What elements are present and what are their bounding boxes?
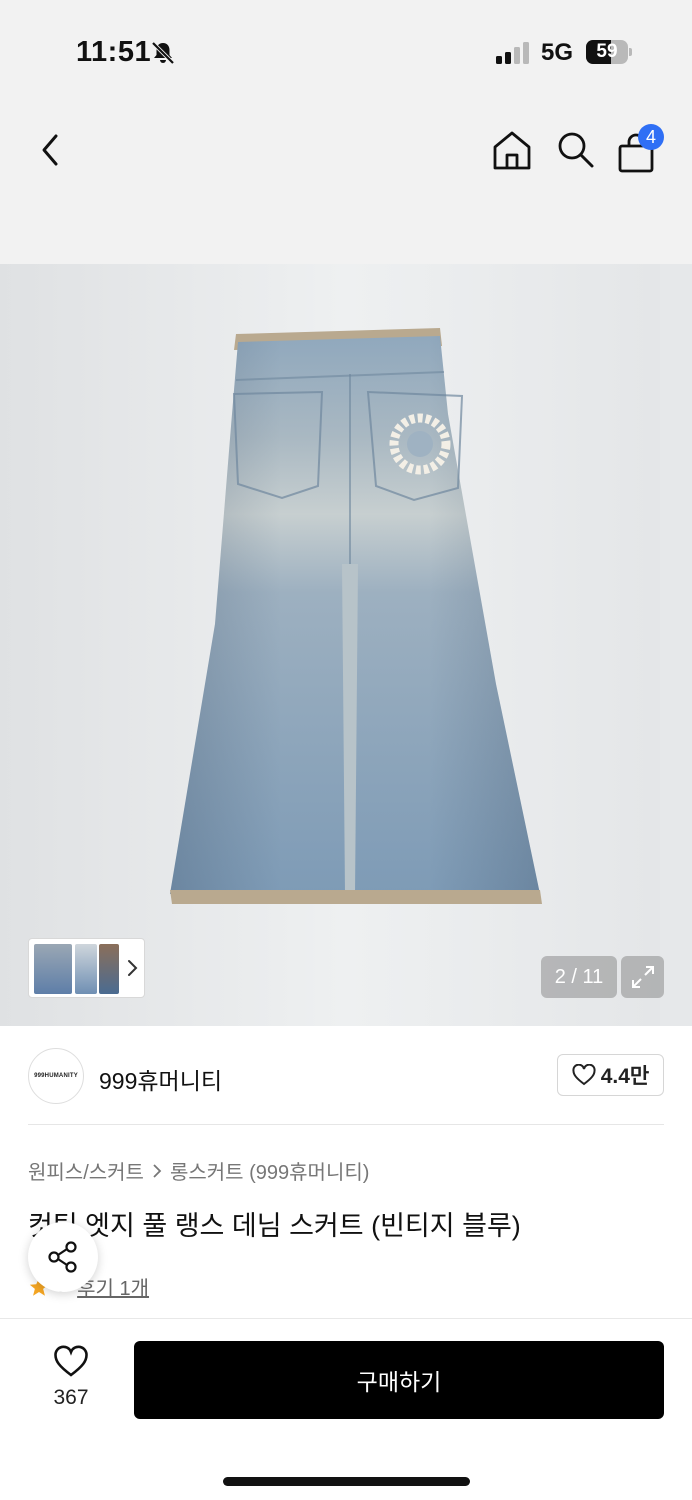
search-icon [558,132,594,168]
home-icon [493,131,531,170]
buy-button-label: 구매하기 [356,1369,442,1395]
product-title: 컷팅 엣지 풀 랭스 데님 스커트 (빈티지 블루) [28,1211,521,1241]
brand-logo-text: 999HUMANITY [34,1073,78,1079]
network-type: 5G [541,39,574,66]
chevron-right-icon [128,960,138,976]
thumbnail-strip[interactable] [28,938,145,998]
home-indicator[interactable] [223,1477,470,1486]
section-divider [28,1124,664,1125]
thumbnail-image[interactable] [99,944,119,994]
search-button[interactable] [554,128,598,172]
thumbnail-image[interactable] [34,944,72,994]
home-button[interactable] [490,128,534,172]
top-navigation: 4 [0,100,692,264]
share-icon [48,1241,77,1273]
product-image-gallery[interactable]: 2 / 11 [0,264,692,1026]
status-bar: 11:51 5G 59 [0,0,692,100]
product-photo [0,264,692,1026]
breadcrumb-subcategory[interactable]: 롱스커트 (999휴머니티) [170,1156,369,1185]
like-button[interactable]: 367 [36,1344,106,1416]
cart-count-badge: 4 [638,124,664,150]
like-count: 367 [53,1386,89,1409]
brand-like-button[interactable]: 4.4만 [557,1054,664,1096]
expand-icon [631,966,654,988]
heart-icon [572,1064,596,1086]
breadcrumb-category[interactable]: 원피스/스커트 [28,1156,144,1185]
cart-button[interactable]: 4 [616,124,664,174]
thumbnail-image[interactable] [75,944,97,994]
brand-row[interactable]: 999HUMANITY 999휴머니티 4.4만 [0,1026,692,1126]
bell-slash-icon [151,41,175,65]
cellular-signal-icon [496,42,529,64]
status-time: 11:51 [76,36,152,68]
breadcrumb: 원피스/스커트 롱스커트 (999휴머니티) [28,1156,369,1185]
bottom-bar-divider [0,1318,692,1319]
chevron-left-icon [42,134,58,166]
back-button[interactable] [30,128,70,172]
heart-icon [54,1345,88,1377]
brand-name[interactable]: 999휴머니티 [99,1062,222,1096]
battery-level: 59 [596,41,618,62]
brand-logo[interactable]: 999HUMANITY [28,1048,84,1104]
chevron-right-icon [153,1163,162,1178]
brand-like-count: 4.4만 [600,1065,650,1088]
image-page-counter: 2 / 11 [541,956,617,998]
expand-image-button[interactable] [621,956,664,998]
buy-button[interactable]: 구매하기 [134,1341,664,1419]
share-button[interactable] [28,1222,98,1292]
battery-indicator: 59 [586,40,632,64]
